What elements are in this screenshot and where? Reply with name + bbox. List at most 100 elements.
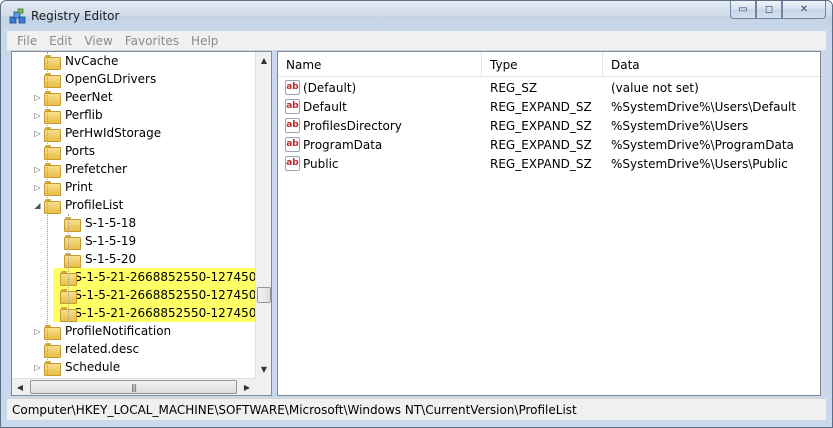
tree-item[interactable]: ▷ Perflib [33, 106, 105, 124]
string-value-icon: ab [285, 156, 300, 171]
scroll-up-icon[interactable]: ▲ [256, 52, 271, 68]
tree-item[interactable]: OpenGLDrivers [33, 70, 158, 88]
tree-item[interactable]: Ports [33, 142, 97, 160]
maximize-button[interactable]: ◻ [756, 1, 782, 19]
horizontal-scroll-thumb[interactable]: ||| [30, 380, 237, 394]
folder-icon [64, 216, 81, 232]
value-type: REG_EXPAND_SZ [490, 118, 592, 133]
expand-icon[interactable]: ▷ [33, 358, 42, 376]
expand-icon[interactable]: ▷ [33, 106, 42, 124]
registry-editor-icon [9, 8, 26, 24]
scroll-right-icon[interactable]: ▶ [239, 379, 255, 395]
status-bar: Computer\HKEY_LOCAL_MACHINE\SOFTWARE\Mic… [7, 398, 826, 420]
registry-editor-window: Registry Editor ▭ ◻ ✕ File Edit View Fav… [0, 0, 833, 428]
tree-connector [33, 142, 42, 160]
expand-icon[interactable]: ▷ [33, 88, 42, 106]
scroll-thumb[interactable] [257, 287, 271, 303]
value-data: %SystemDrive%\Users [611, 118, 749, 133]
value-row[interactable]: ab Default REG_EXPAND_SZ %SystemDrive%\U… [278, 97, 820, 116]
value-row[interactable]: ab ProgramData REG_EXPAND_SZ %SystemDriv… [278, 135, 820, 154]
value-row[interactable]: ab ProfilesDirectory REG_EXPAND_SZ %Syst… [278, 116, 820, 135]
value-data: %SystemDrive%\Users\Public [611, 156, 788, 171]
tree-connector [33, 52, 42, 70]
tree-vertical-scrollbar[interactable]: ▲ ▼ [255, 52, 271, 378]
value-name: Default [303, 99, 347, 114]
tree-connector [33, 340, 42, 358]
expand-icon[interactable]: ▷ [33, 124, 42, 142]
registry-path: Computer\HKEY_LOCAL_MACHINE\SOFTWARE\Mic… [12, 402, 577, 417]
value-name: (Default) [303, 80, 357, 95]
column-header-type[interactable]: Type [482, 52, 603, 77]
column-header-data[interactable]: Data [603, 52, 820, 77]
value-name: Public [303, 156, 339, 171]
tree-item[interactable]: S-1-5-20 [53, 250, 138, 268]
expand-icon[interactable]: ▷ [33, 322, 42, 340]
tree-item-label: S-1-5-19 [85, 234, 137, 248]
tree-item-label: S-1-5-20 [85, 252, 137, 266]
tree-connector [53, 214, 62, 232]
tree-item-label: Schedule [65, 360, 121, 374]
window-title: Registry Editor [31, 9, 120, 23]
expand-icon[interactable]: ▷ [33, 178, 42, 196]
tree-item-label: NvCache [65, 54, 119, 68]
tree-item-label: ProfileNotification [65, 324, 172, 338]
registry-tree[interactable]: NvCache OpenGLDrivers ▷ PeerNet ▷ Perflib ▷ Per… [11, 51, 272, 396]
tree-connector [53, 232, 62, 250]
tree-item[interactable]: S-1-5-21-2668852550-1274502 [53, 304, 266, 322]
value-name: ProgramData [303, 137, 383, 152]
tree-item-label: S-1-5-21-2668852550-1274502 [72, 287, 266, 303]
tree-item-label: Perflib [65, 108, 103, 122]
value-data: %SystemDrive%\Users\Default [611, 99, 797, 114]
tree-item[interactable]: ▷ Print [33, 178, 95, 196]
tree-item[interactable]: S-1-5-21-2668852550-1274502 [53, 286, 266, 304]
value-type: REG_EXPAND_SZ [490, 137, 592, 152]
collapse-icon[interactable]: ◢ [33, 196, 42, 214]
close-button[interactable]: ✕ [782, 1, 826, 19]
grip-icon: ||| [130, 382, 137, 392]
menu-help[interactable]: Help [185, 34, 224, 48]
tree-item-label: Print [65, 180, 93, 194]
minimize-button[interactable]: ▭ [730, 1, 756, 19]
string-value-icon: ab [285, 137, 300, 152]
tree-connector [53, 286, 58, 304]
tree-item[interactable]: S-1-5-21-2668852550-1274502 [53, 268, 266, 286]
tree-horizontal-scrollbar[interactable]: ◀ ||| ▶ [12, 378, 255, 395]
scroll-left-icon[interactable]: ◀ [12, 379, 28, 395]
scroll-down-icon[interactable]: ▼ [256, 361, 271, 377]
expand-icon[interactable]: ▷ [33, 160, 42, 178]
value-name: ProfilesDirectory [303, 118, 402, 133]
tree-connector [53, 304, 58, 322]
tree-item[interactable]: S-1-5-19 [53, 232, 138, 250]
string-value-icon: ab [285, 118, 300, 133]
tree-item-label: PeerNet [65, 90, 113, 104]
tree-item-label: S-1-5-21-2668852550-1274502 [72, 305, 266, 321]
menu-edit[interactable]: Edit [43, 34, 78, 48]
tree-item[interactable]: S-1-5-18 [53, 214, 138, 232]
title-bar[interactable]: Registry Editor ▭ ◻ ✕ [1, 1, 832, 31]
tree-item[interactable]: ▷ PerHwIdStorage [33, 124, 163, 142]
values-list[interactable]: Name Type Data ab (Default) REG_SZ (valu… [277, 51, 821, 396]
column-header-name[interactable]: Name [278, 52, 482, 77]
menu-view[interactable]: View [78, 34, 118, 48]
caption-buttons: ▭ ◻ ✕ [730, 1, 826, 21]
tree-item[interactable]: related.desc [33, 340, 141, 358]
tree-item-label: related.desc [65, 342, 140, 356]
string-value-icon: ab [285, 99, 300, 114]
tree-connector [53, 268, 58, 286]
tree-item[interactable]: ▷ PeerNet [33, 88, 115, 106]
tree-connector [33, 70, 42, 88]
minimize-icon: ▭ [738, 4, 748, 15]
tree-guide-line [68, 214, 69, 322]
value-data: (value not set) [611, 80, 699, 95]
folder-icon [64, 252, 81, 268]
value-row[interactable]: ab Public REG_EXPAND_SZ %SystemDrive%\Us… [278, 154, 820, 173]
value-row[interactable]: ab (Default) REG_SZ (value not set) [278, 78, 820, 97]
menu-file[interactable]: File [11, 34, 43, 48]
tree-item-label: S-1-5-21-2668852550-1274502 [72, 269, 266, 285]
string-value-icon: ab [285, 80, 300, 95]
tree-item-label: OpenGLDrivers [65, 72, 157, 86]
tree-item-label: ProfileList [65, 198, 124, 212]
tree-item[interactable]: ▷ ProfileNotification [33, 322, 173, 340]
maximize-icon: ◻ [764, 4, 774, 15]
menu-favorites[interactable]: Favorites [119, 34, 185, 48]
